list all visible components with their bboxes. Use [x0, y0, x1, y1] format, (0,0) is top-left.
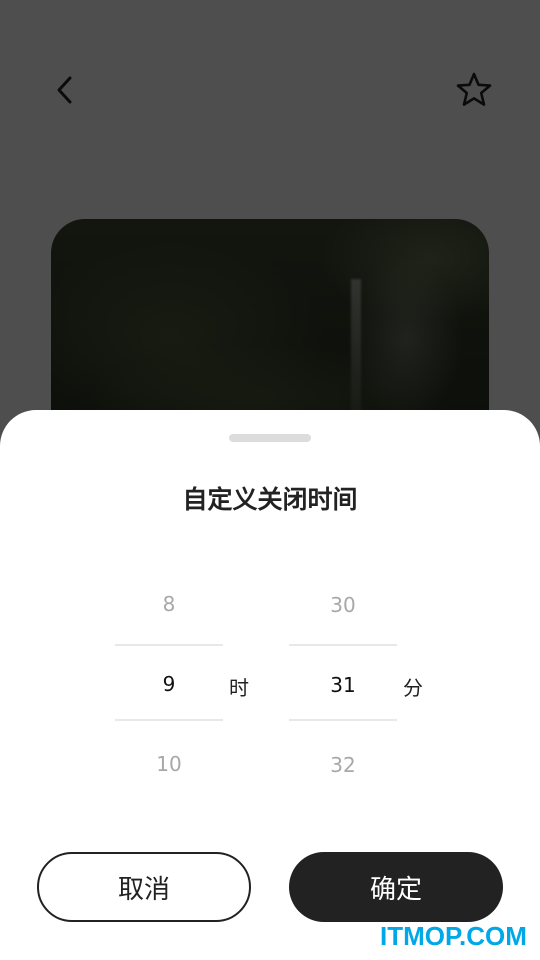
watermark-text: ITMOP.COM: [380, 921, 527, 951]
hour-divider-bottom: [115, 719, 223, 721]
minute-divider-top: [289, 644, 397, 646]
sheet-drag-handle[interactable]: [229, 434, 311, 442]
minute-selected[interactable]: 31: [289, 673, 397, 697]
cancel-button[interactable]: 取消: [37, 852, 251, 922]
confirm-button[interactable]: 确定: [289, 852, 503, 922]
hour-unit-label: 时: [229, 676, 249, 700]
minute-option-above[interactable]: 30: [289, 593, 397, 617]
sleep-timer-screen: 自定义关闭时间 8 9 10 时 30 31 32 分 取消 确定 ITMOP.…: [0, 0, 540, 960]
minute-option-below[interactable]: 32: [289, 753, 397, 777]
hour-divider-top: [115, 644, 223, 646]
minute-unit-label: 分: [403, 676, 423, 700]
minute-divider-bottom: [289, 719, 397, 721]
hour-selected[interactable]: 9: [115, 672, 223, 696]
hour-picker[interactable]: 8 9 10: [115, 580, 223, 780]
hour-option-below[interactable]: 10: [115, 752, 223, 776]
timer-bottom-sheet: 自定义关闭时间 8 9 10 时 30 31 32 分 取消 确定: [0, 410, 540, 960]
sheet-title: 自定义关闭时间: [182, 485, 358, 514]
hour-option-above[interactable]: 8: [115, 592, 223, 616]
minute-picker[interactable]: 30 31 32: [289, 580, 397, 780]
